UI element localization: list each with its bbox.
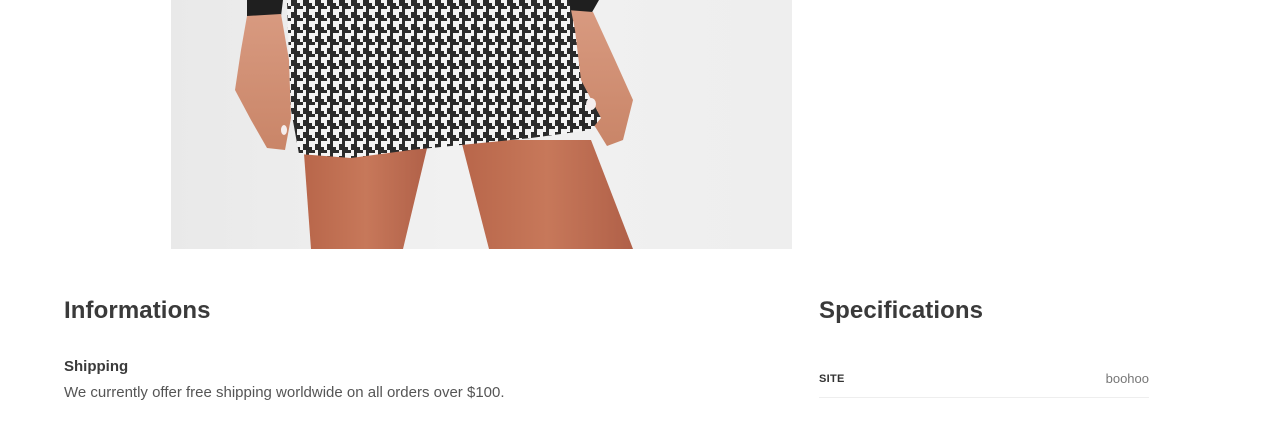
product-image[interactable] — [171, 0, 792, 249]
shipping-text: We currently offer free shipping worldwi… — [64, 384, 505, 401]
shipping-label: Shipping — [64, 358, 129, 375]
informations-section: Informations Shipping We currently offer… — [64, 292, 764, 403]
informations-title: Informations — [64, 297, 211, 324]
spec-row-site: SITE boohoo — [819, 360, 1149, 398]
product-page: Informations Shipping We currently offer… — [0, 0, 1280, 440]
specifications-section: Specifications SITE boohoo — [819, 292, 1149, 398]
spec-key: SITE — [819, 372, 845, 385]
specifications-title: Specifications — [819, 297, 984, 324]
spec-value: boohoo — [1105, 371, 1149, 386]
